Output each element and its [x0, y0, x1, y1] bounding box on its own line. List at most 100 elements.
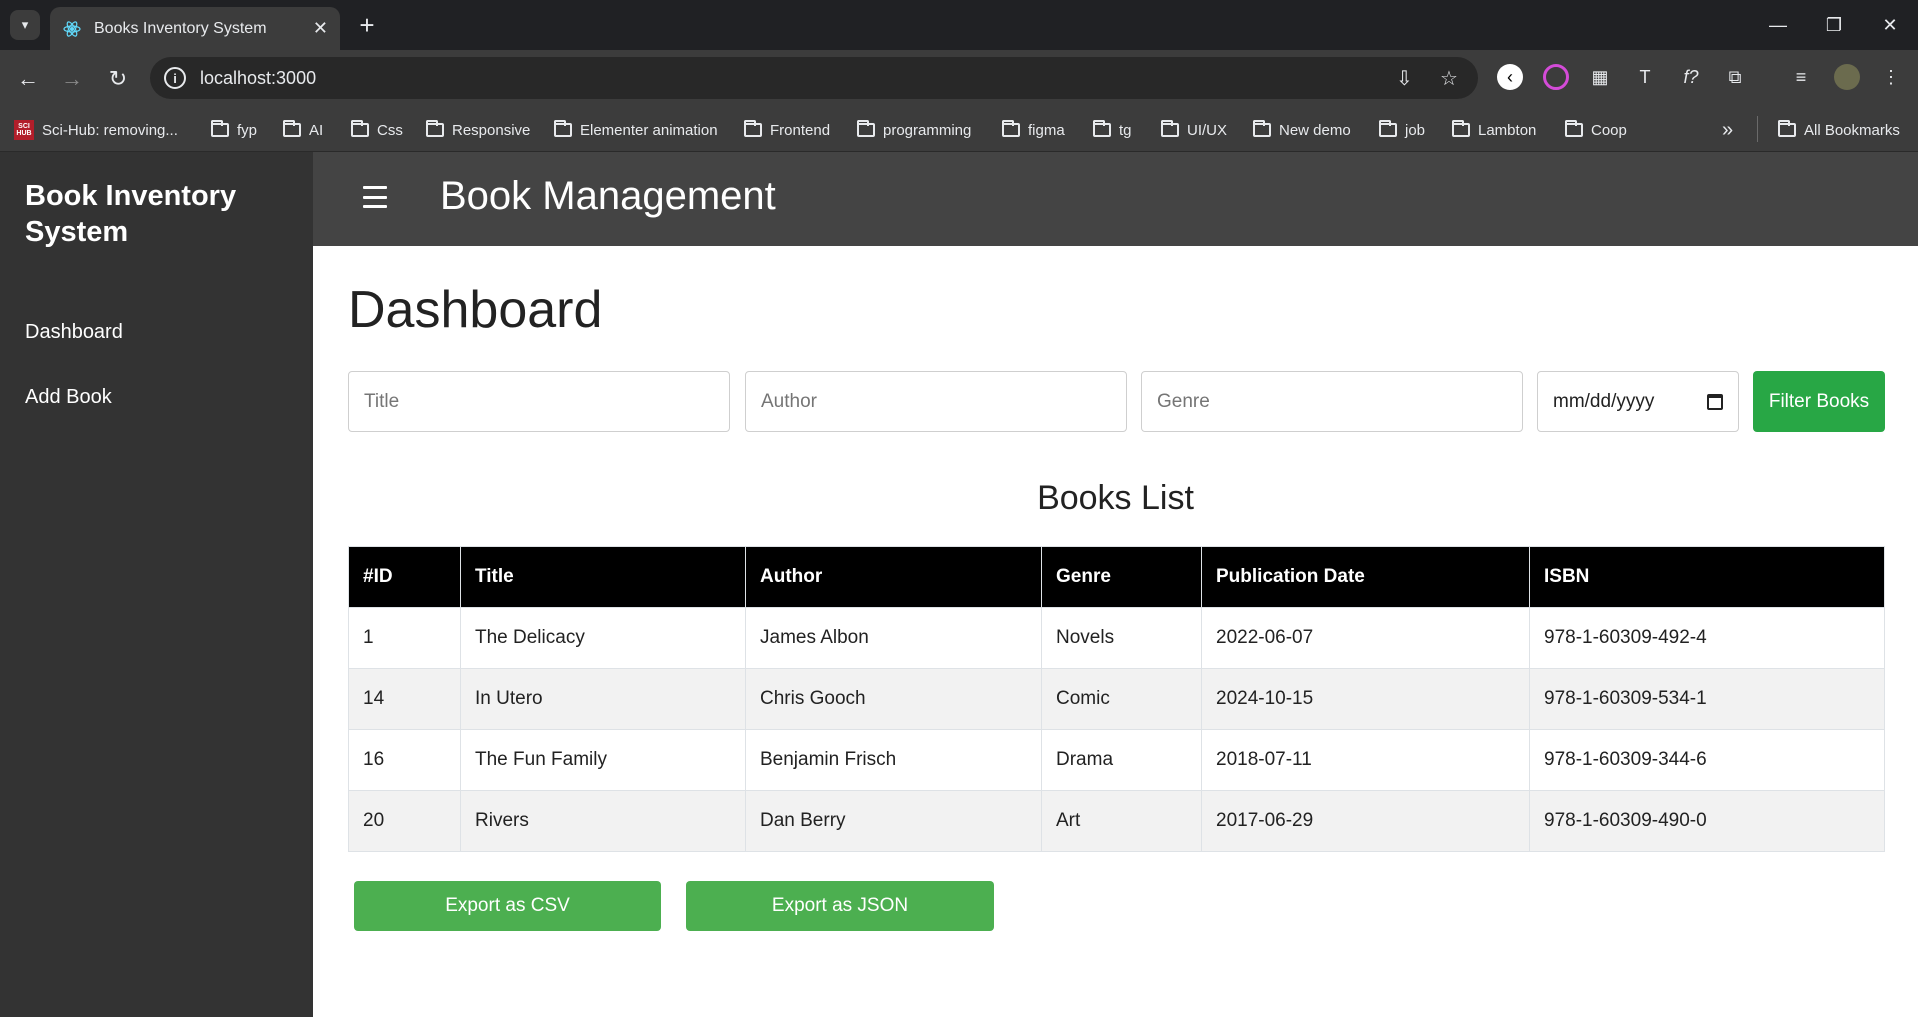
sidebar-item-dashboard[interactable]: Dashboard — [25, 321, 123, 344]
cell-publication-date: 2022-06-07 — [1201, 607, 1530, 669]
restore-icon[interactable]: ❐ — [1814, 10, 1854, 40]
minimize-icon[interactable]: — — [1758, 10, 1798, 40]
extensions-puzzle-icon[interactable]: ⧉ — [1722, 64, 1748, 90]
bookmark-label: Elementer animation — [580, 121, 718, 139]
bookmark-label: Lambton — [1478, 121, 1537, 139]
page-title: Dashboard — [348, 281, 603, 339]
title-filter-input[interactable] — [348, 371, 730, 432]
cell-author: Benjamin Frisch — [745, 729, 1042, 791]
cell-title: The Delicacy — [460, 607, 746, 669]
app-header: Book Management — [313, 152, 1918, 246]
bookmark-label: fyp — [237, 121, 258, 139]
bookmark-label: programming — [883, 121, 972, 139]
new-tab-button[interactable]: + — [352, 10, 382, 40]
extension-color-icon[interactable] — [1543, 64, 1569, 90]
cell-genre: Drama — [1041, 729, 1202, 791]
all-bookmarks-folder[interactable]: All Bookmarks — [1778, 119, 1900, 141]
site-info-icon[interactable]: i — [164, 67, 186, 89]
date-filter-input[interactable]: mm/dd/yyyy — [1537, 371, 1739, 432]
bookmark-folder-css[interactable]: Css — [351, 119, 403, 141]
bookmark-scihub[interactable]: SCI HUB Sci-Hub: removing... — [14, 119, 178, 141]
bookmark-label: New demo — [1279, 121, 1351, 139]
bookmark-label: AI — [309, 121, 324, 139]
bookmark-folder-responsive[interactable]: Responsive — [426, 119, 530, 141]
extension-font-icon[interactable]: f? — [1678, 64, 1704, 90]
bookmark-folder-uiux[interactable]: UI/UX — [1161, 119, 1227, 141]
browser-menu-icon[interactable]: ⋮ — [1878, 64, 1904, 90]
cell-publication-date: 2024-10-15 — [1201, 668, 1530, 730]
close-window-icon[interactable]: ✕ — [1870, 10, 1910, 40]
bookmark-folder-lambton[interactable]: Lambton — [1452, 119, 1536, 141]
bookmark-label: Responsive — [452, 121, 531, 139]
bookmark-folder-ai[interactable]: AI — [283, 119, 323, 141]
books-list-title: Books List — [1037, 479, 1194, 517]
sidebar-item-add-book[interactable]: Add Book — [25, 386, 112, 409]
bookmarks-overflow-icon[interactable]: » — [1722, 119, 1733, 141]
tab-search-button[interactable]: ▾ — [10, 10, 40, 40]
books-table: #ID Title Author Genre Publication Date … — [348, 546, 1885, 852]
back-icon[interactable]: ← — [13, 64, 43, 94]
extension-arrow-icon[interactable]: ‹ — [1497, 64, 1523, 90]
cell-id: 20 — [348, 790, 461, 852]
folder-icon — [1379, 120, 1397, 137]
tab-title: Books Inventory System — [94, 19, 267, 37]
column-header-id: #ID — [348, 546, 461, 608]
cell-genre: Art — [1041, 790, 1202, 852]
genre-filter-input[interactable] — [1141, 371, 1523, 432]
filter-books-button[interactable]: Filter Books — [1753, 371, 1885, 432]
bookmark-folder-programming[interactable]: programming — [857, 119, 971, 141]
folder-icon — [554, 120, 572, 137]
column-header-author: Author — [745, 546, 1042, 608]
author-filter-input[interactable] — [745, 371, 1127, 432]
reload-icon[interactable]: ↻ — [103, 64, 133, 94]
bookmark-star-icon[interactable]: ☆ — [1440, 66, 1458, 91]
folder-icon — [1093, 120, 1111, 137]
bookmark-folder-elementer[interactable]: Elementer animation — [554, 119, 718, 141]
cell-id: 1 — [348, 607, 461, 669]
cell-genre: Novels — [1041, 607, 1202, 669]
folder-icon — [1452, 120, 1470, 137]
close-tab-icon[interactable]: ✕ — [313, 18, 328, 39]
bookmark-folder-frontend[interactable]: Frontend — [744, 119, 830, 141]
bookmark-folder-new-demo[interactable]: New demo — [1253, 119, 1351, 141]
bookmark-label: job — [1405, 121, 1426, 139]
cell-title: Rivers — [460, 790, 746, 852]
folder-icon — [1002, 120, 1020, 137]
cell-title: In Utero — [460, 668, 746, 730]
folder-icon — [283, 120, 301, 137]
export-json-button[interactable]: Export as JSON — [686, 881, 994, 931]
bookmark-folder-fyp[interactable]: fyp — [211, 119, 257, 141]
forward-icon[interactable]: → — [57, 64, 87, 94]
bookmark-label: Frontend — [770, 121, 831, 139]
hamburger-menu-icon[interactable] — [363, 186, 387, 208]
main-content: Dashboard mm/dd/yyyy Filter Books Books … — [313, 246, 1918, 1017]
folder-icon — [1565, 120, 1583, 137]
bookmark-folder-figma[interactable]: figma — [1002, 119, 1065, 141]
cell-isbn: 978-1-60309-344-6 — [1529, 729, 1885, 791]
table-row: 1 The Delicacy James Albon Novels 2022-0… — [348, 607, 1885, 669]
calendar-icon[interactable] — [1707, 393, 1723, 410]
folder-icon — [351, 120, 369, 137]
app-brand: Book Inventory System — [25, 180, 237, 248]
cell-author: Chris Gooch — [745, 668, 1042, 730]
folder-icon — [1161, 120, 1179, 137]
browser-tab[interactable]: Books Inventory System ✕ — [50, 7, 340, 50]
date-placeholder: mm/dd/yyyy — [1553, 390, 1655, 412]
bookmark-folder-job[interactable]: job — [1379, 119, 1425, 141]
bookmark-folder-tg[interactable]: tg — [1093, 119, 1132, 141]
bookmark-folder-coop[interactable]: Coop — [1565, 119, 1627, 141]
cell-title: The Fun Family — [460, 729, 746, 791]
export-csv-button[interactable]: Export as CSV — [354, 881, 661, 931]
install-app-icon[interactable]: ⇩ — [1396, 66, 1413, 91]
table-row: 14 In Utero Chris Gooch Comic 2024-10-15… — [348, 668, 1885, 730]
extension-text-icon[interactable]: T — [1632, 64, 1658, 90]
folder-icon — [857, 120, 875, 137]
bookmark-label: Css — [377, 121, 403, 139]
address-bar[interactable]: i localhost:3000 ⇩ ☆ — [150, 57, 1478, 99]
media-queue-icon[interactable]: ≡ — [1788, 64, 1814, 90]
cell-isbn: 978-1-60309-490-0 — [1529, 790, 1885, 852]
profile-avatar[interactable] — [1834, 64, 1860, 90]
bookmark-label: tg — [1119, 121, 1132, 139]
url-text: localhost:3000 — [200, 67, 317, 88]
extension-palette-icon[interactable]: ▦ — [1587, 64, 1613, 90]
